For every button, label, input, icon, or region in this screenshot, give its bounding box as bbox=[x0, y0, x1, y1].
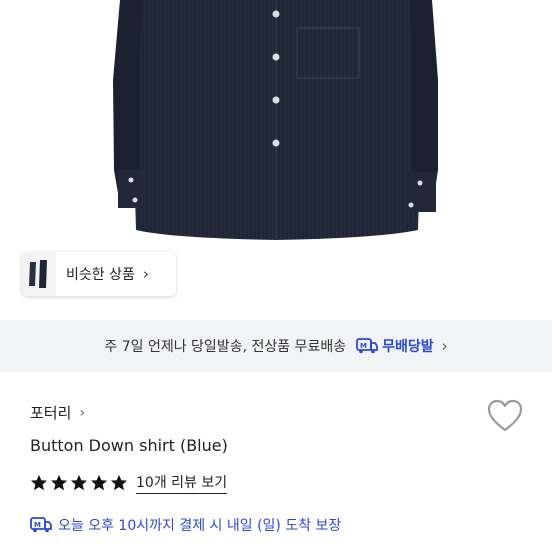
guarantee-text: 오늘 오후 10시까지 결제 시 내일 (일) 도착 보장 bbox=[58, 518, 342, 534]
svg-text:M: M bbox=[34, 521, 41, 529]
brand-link[interactable]: 포터리 › bbox=[30, 402, 85, 423]
delivery-badge: M 무배당발 bbox=[356, 336, 434, 356]
similar-products-button[interactable]: 비슷한 상품 › bbox=[22, 252, 176, 296]
star-icon bbox=[50, 474, 68, 491]
similar-products-label: 비슷한 상품 bbox=[66, 267, 135, 283]
product-info: 포터리 › Button Down shirt (Blue) 10개 리뷰 보기… bbox=[0, 372, 552, 552]
product-image[interactable]: 비슷한 상품 › bbox=[0, 0, 552, 320]
brand-name: 포터리 bbox=[30, 404, 72, 422]
delivery-banner[interactable]: 주 7일 언제나 당일발송, 전상품 무료배송 M 무배당발 › bbox=[0, 320, 552, 372]
star-icon bbox=[90, 474, 108, 491]
star-icon bbox=[110, 474, 128, 491]
star-icon bbox=[70, 474, 88, 491]
delivery-badge-label: 무배당발 bbox=[382, 339, 434, 355]
product-title: Button Down shirt (Blue) bbox=[30, 436, 228, 455]
truck-m-icon: M bbox=[30, 517, 52, 533]
truck-m-icon: M bbox=[356, 338, 378, 354]
delivery-text: 주 7일 언제나 당일발송, 전상품 무료배송 bbox=[104, 339, 347, 355]
svg-text:M: M bbox=[360, 342, 367, 350]
similar-thumbnail bbox=[22, 252, 56, 296]
delivery-guarantee: M 오늘 오후 10시까지 결제 시 내일 (일) 도착 보장 bbox=[30, 515, 341, 535]
heart-icon[interactable] bbox=[487, 399, 523, 433]
rating-row: 10개 리뷰 보기 bbox=[30, 472, 228, 494]
chevron-right-icon: › bbox=[142, 265, 149, 283]
star-rating bbox=[30, 474, 130, 492]
reviews-link[interactable]: 10개 리뷰 보기 bbox=[136, 472, 228, 494]
chevron-right-icon: › bbox=[441, 337, 448, 355]
chevron-right-icon: › bbox=[79, 404, 86, 421]
star-icon bbox=[30, 474, 48, 491]
